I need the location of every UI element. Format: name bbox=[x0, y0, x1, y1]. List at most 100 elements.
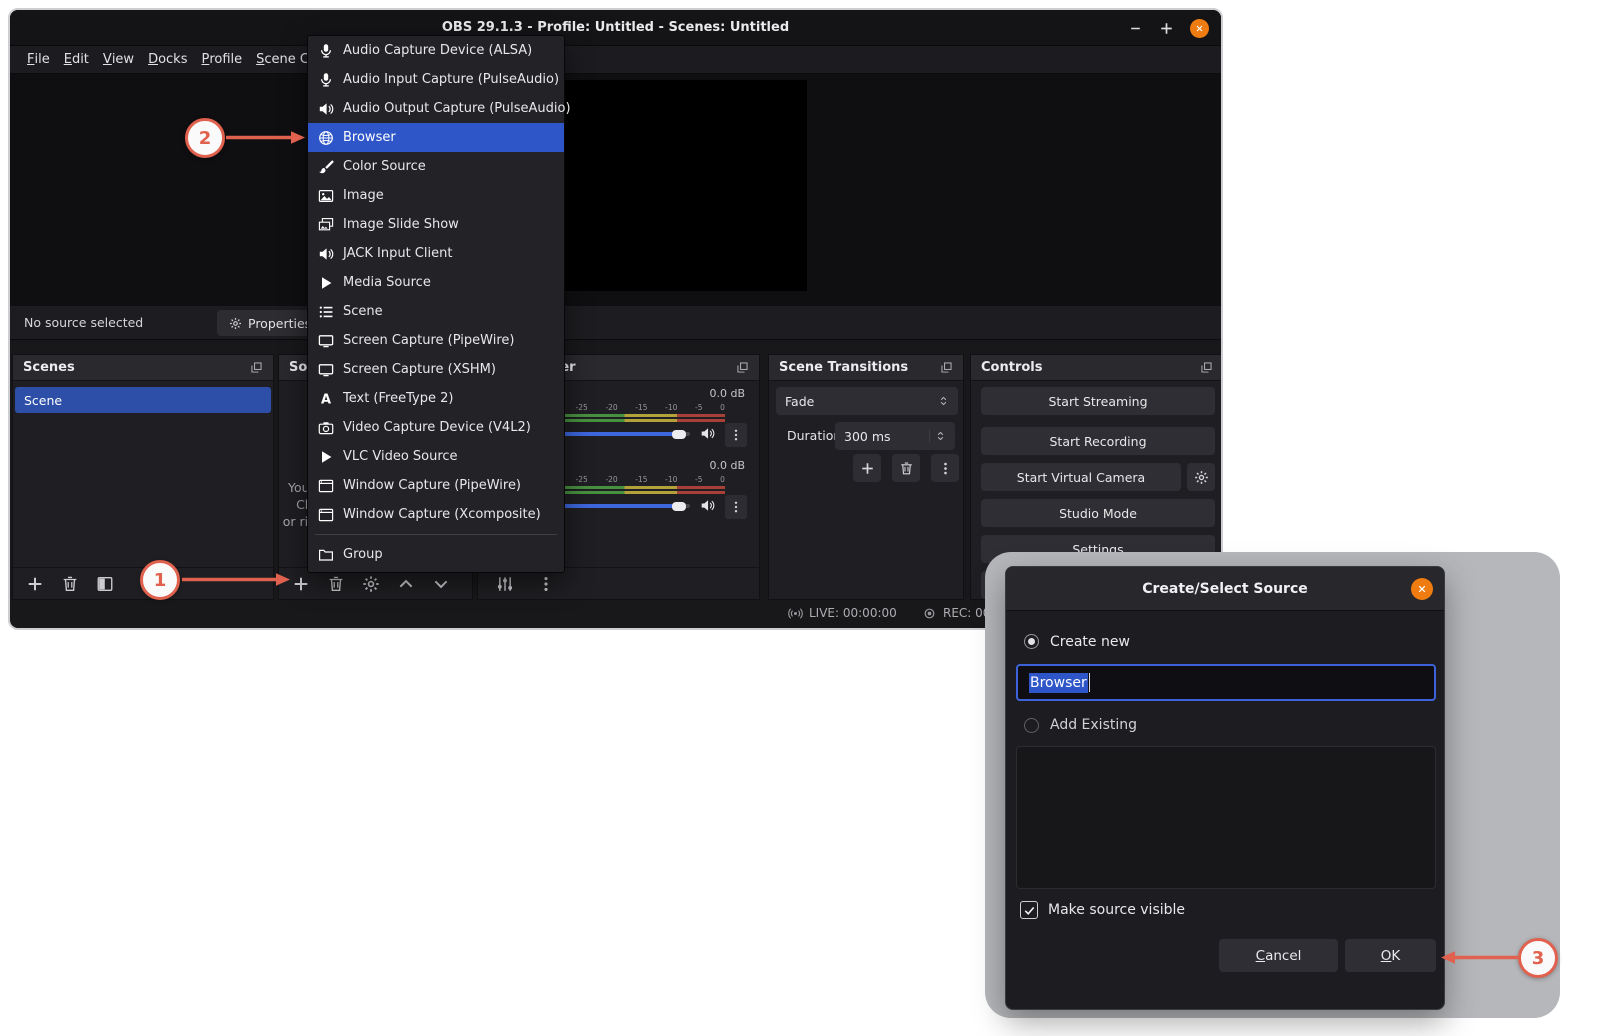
remove-scene-button[interactable] bbox=[61, 575, 79, 593]
start-streaming-button[interactable]: Start Streaming bbox=[981, 387, 1215, 415]
source-menu-item[interactable]: Window Capture (Xcomposite) bbox=[308, 500, 564, 529]
source-menu-item[interactable]: Video Capture Device (V4L2) bbox=[308, 413, 564, 442]
add-scene-button[interactable] bbox=[26, 575, 44, 593]
scene-list-item[interactable]: Scene bbox=[15, 387, 271, 413]
scene-filters-button[interactable] bbox=[96, 575, 114, 593]
source-properties-button[interactable] bbox=[362, 575, 380, 593]
volume-slider-handle[interactable] bbox=[672, 430, 686, 439]
volume-db-label: 0.0 dB bbox=[709, 459, 745, 472]
source-menu-item[interactable]: Image Slide Show bbox=[308, 210, 564, 239]
close-icon bbox=[1195, 24, 1204, 33]
source-menu-item[interactable]: Screen Capture (XSHM) bbox=[308, 355, 564, 384]
menu-view[interactable]: View bbox=[96, 46, 141, 73]
menu-item-label: Screen Capture (XSHM) bbox=[343, 362, 496, 377]
scene-transitions-dock: Scene Transitions Fade Duration 300 ms bbox=[768, 354, 964, 600]
gear-icon bbox=[229, 317, 242, 330]
menu-item-label: Screen Capture (PipeWire) bbox=[343, 333, 514, 348]
volume-db-label: 0.0 dB bbox=[709, 387, 745, 400]
menu-item-label: Audio Output Capture (PulseAudio) bbox=[343, 101, 571, 116]
add-existing-radio[interactable] bbox=[1024, 718, 1039, 733]
kebab-icon bbox=[729, 500, 743, 514]
annotation-step-2: 2 bbox=[185, 118, 225, 158]
annotation-arrow-1 bbox=[182, 571, 290, 588]
source-menu-item[interactable]: Color Source bbox=[308, 152, 564, 181]
source-menu-item[interactable]: Audio Output Capture (PulseAudio) bbox=[308, 94, 564, 123]
start-virtual-camera-button[interactable]: Start Virtual Camera bbox=[981, 463, 1181, 491]
source-menu-item[interactable]: Audio Input Capture (PulseAudio) bbox=[308, 65, 564, 94]
paintbrush-icon bbox=[318, 159, 334, 175]
window-controls bbox=[1128, 10, 1209, 46]
menu-item-label: Image bbox=[343, 188, 384, 203]
source-menu-item[interactable]: Media Source bbox=[308, 268, 564, 297]
scene-transitions-dock-header: Scene Transitions bbox=[769, 355, 963, 381]
make-source-visible-checkbox[interactable] bbox=[1020, 901, 1038, 919]
create-new-radio[interactable] bbox=[1024, 634, 1039, 649]
transition-select[interactable]: Fade bbox=[776, 387, 958, 415]
microphone-icon bbox=[318, 72, 334, 88]
menu-item-label: JACK Input Client bbox=[343, 246, 452, 261]
check-icon bbox=[1023, 904, 1036, 917]
display-icon bbox=[318, 362, 334, 378]
transition-select-value: Fade bbox=[785, 394, 814, 409]
globe-icon bbox=[318, 130, 334, 146]
add-transition-button[interactable] bbox=[853, 454, 881, 482]
cancel-button[interactable]: Cancel bbox=[1219, 939, 1338, 972]
move-source-down-button[interactable] bbox=[432, 575, 450, 593]
source-menu-item[interactable]: Screen Capture (PipeWire) bbox=[308, 326, 564, 355]
source-menu-item[interactable]: Scene bbox=[308, 297, 564, 326]
popout-icon bbox=[250, 361, 263, 374]
dialog-close-button[interactable] bbox=[1411, 578, 1433, 600]
record-icon bbox=[922, 606, 937, 621]
volume-slider-handle[interactable] bbox=[672, 502, 686, 511]
source-name-input[interactable]: Browser bbox=[1016, 664, 1436, 701]
dialog-header: Create/Select Source bbox=[1006, 567, 1444, 611]
source-menu-item[interactable]: Audio Capture Device (ALSA) bbox=[308, 36, 564, 65]
mixer-menu-button[interactable] bbox=[537, 575, 555, 593]
maximize-icon[interactable] bbox=[1159, 21, 1174, 36]
duration-spinbox[interactable]: 300 ms bbox=[835, 422, 955, 450]
source-menu-item-group[interactable]: Group bbox=[308, 540, 564, 569]
broadcast-icon bbox=[788, 606, 803, 621]
menu-edit[interactable]: Edit bbox=[57, 46, 96, 73]
move-source-up-button[interactable] bbox=[397, 575, 415, 593]
audio-options-button[interactable] bbox=[725, 495, 747, 519]
popout-icon bbox=[1200, 361, 1213, 374]
source-menu-item[interactable]: VLC Video Source bbox=[308, 442, 564, 471]
slideshow-icon bbox=[318, 217, 334, 233]
source-menu-item[interactable]: Image bbox=[308, 181, 564, 210]
menu-file[interactable]: File bbox=[20, 46, 57, 73]
source-menu-item[interactable]: JACK Input Client bbox=[308, 239, 564, 268]
menu-separator bbox=[315, 534, 557, 535]
source-menu-item-browser[interactable]: Browser bbox=[308, 123, 564, 152]
menu-item-label: Color Source bbox=[343, 159, 426, 174]
image-icon bbox=[318, 188, 334, 204]
menu-docks[interactable]: Docks bbox=[141, 46, 194, 73]
play-icon bbox=[318, 275, 334, 291]
menu-item-label: Media Source bbox=[343, 275, 431, 290]
scenes-dock-header: Scenes bbox=[13, 355, 273, 381]
minimize-icon[interactable] bbox=[1128, 21, 1143, 36]
ok-button[interactable]: OK bbox=[1345, 939, 1436, 972]
titlebar[interactable]: OBS 29.1.3 - Profile: Untitled - Scenes:… bbox=[10, 10, 1221, 46]
virtual-camera-settings-button[interactable] bbox=[1187, 463, 1215, 491]
source-menu-item[interactable]: AText (FreeType 2) bbox=[308, 384, 564, 413]
make-source-visible-label: Make source visible bbox=[1048, 902, 1185, 918]
source-menu-item[interactable]: Window Capture (PipeWire) bbox=[308, 471, 564, 500]
start-recording-button[interactable]: Start Recording bbox=[981, 427, 1215, 455]
menu-profile[interactable]: Profile bbox=[194, 46, 249, 73]
advanced-audio-button[interactable] bbox=[496, 575, 514, 593]
audio-options-button[interactable] bbox=[725, 423, 747, 447]
menu-item-label: Scene bbox=[343, 304, 383, 319]
speaker-icon[interactable] bbox=[700, 498, 715, 513]
controls-dock-header: Controls bbox=[971, 355, 1223, 381]
remove-source-button[interactable] bbox=[327, 575, 345, 593]
studio-mode-button[interactable]: Studio Mode bbox=[981, 499, 1215, 527]
remove-transition-button[interactable] bbox=[892, 454, 920, 482]
existing-sources-list[interactable] bbox=[1016, 746, 1436, 889]
speaker-icon[interactable] bbox=[700, 426, 715, 441]
transition-menu-button[interactable] bbox=[931, 454, 959, 482]
annotation-step-1: 1 bbox=[140, 560, 180, 600]
menu-item-label: VLC Video Source bbox=[343, 449, 458, 464]
add-source-button[interactable] bbox=[292, 575, 310, 593]
close-button[interactable] bbox=[1190, 19, 1209, 38]
